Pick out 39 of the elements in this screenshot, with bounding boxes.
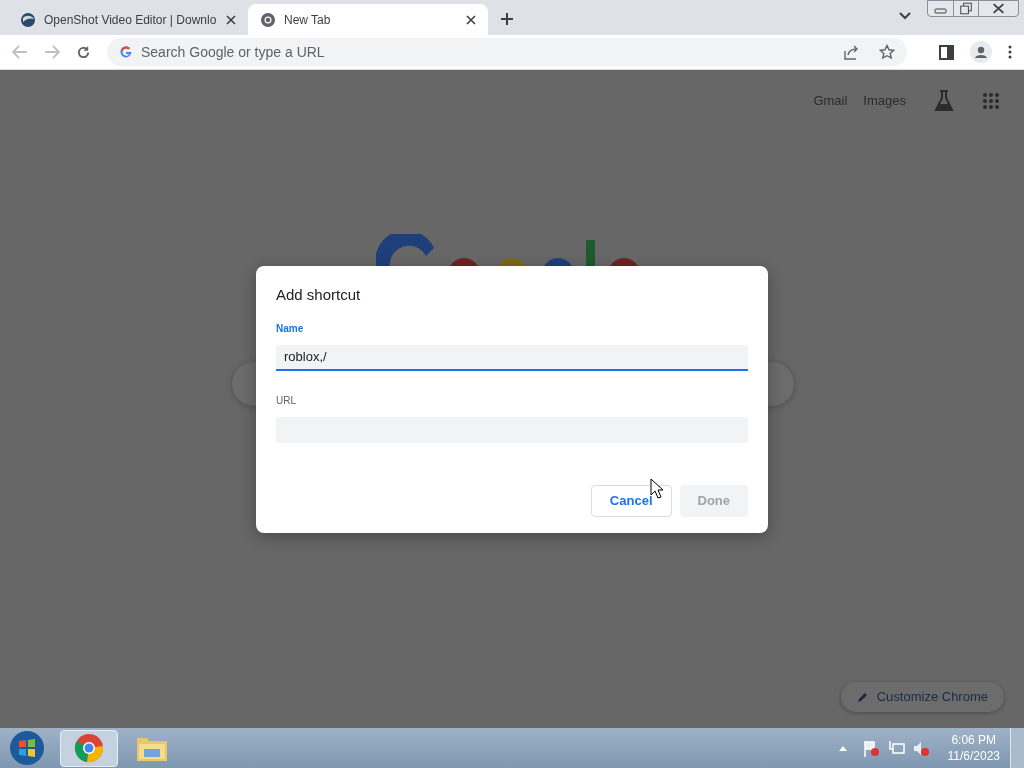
start-button[interactable]: [8, 729, 46, 767]
tab-title: OpenShot Video Editor | Downlo: [44, 11, 218, 29]
header-link[interactable]: Images: [863, 91, 906, 111]
close-icon[interactable]: [226, 14, 236, 25]
flag-error-icon[interactable]: [862, 739, 880, 757]
network-icon[interactable]: [887, 739, 905, 757]
flask-icon[interactable]: [934, 90, 954, 112]
globe-icon: [20, 11, 36, 28]
star-icon[interactable]: [879, 44, 895, 60]
close-icon[interactable]: [466, 14, 476, 25]
field-label: URL: [276, 393, 297, 408]
header-link[interactable]: Gmail: [813, 91, 848, 111]
taskbar-button[interactable]: [60, 729, 118, 767]
chrome-icon: [74, 733, 104, 763]
side-panel-icon[interactable]: [939, 44, 954, 60]
caret-up-icon[interactable]: [838, 745, 847, 751]
address-bar[interactable]: Search Google or type a URL: [107, 38, 907, 66]
chevron-down-icon[interactable]: [899, 12, 911, 20]
share-icon[interactable]: [843, 44, 859, 60]
apps-grid-icon[interactable]: [982, 92, 1000, 110]
reload-icon[interactable]: [76, 44, 91, 60]
customize-chrome-button[interactable]: Customize Chrome: [840, 682, 1004, 712]
mouse-cursor-icon: [650, 478, 664, 499]
pencil-icon: [856, 691, 869, 703]
google-g-icon: [119, 45, 133, 59]
clock-date: 11/6/2023: [947, 748, 1000, 764]
chrome-icon: [260, 11, 276, 28]
field-label: Name: [276, 321, 305, 336]
profile-icon[interactable]: [970, 41, 992, 63]
dialog-button[interactable]: Cancel: [590, 485, 672, 517]
menu-icon[interactable]: [1008, 45, 1012, 59]
tab-title: New Tab: [284, 11, 332, 29]
address-placeholder: Search Google or type a URL: [141, 42, 326, 62]
dialog-title: Add shortcut: [276, 285, 362, 305]
new-tab-icon[interactable]: [500, 12, 514, 26]
clock-time: 6:06 PM: [951, 732, 997, 748]
browser-tab[interactable]: OpenShot Video Editor | Downlo: [8, 4, 248, 35]
browser-tab[interactable]: New Tab: [248, 4, 488, 35]
text-field[interactable]: roblox,/: [276, 344, 748, 371]
